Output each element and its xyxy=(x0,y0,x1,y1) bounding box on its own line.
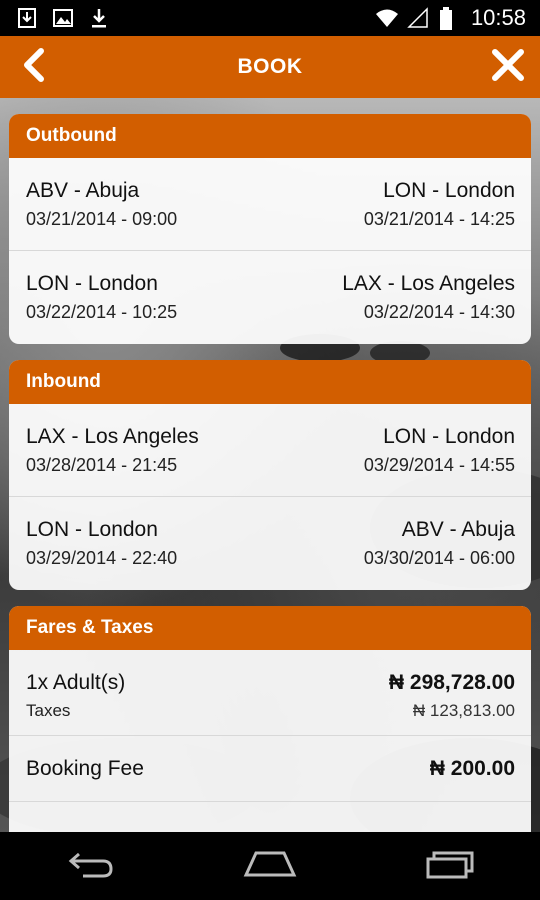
outbound-card: Outbound ABV - Abuja 03/21/2014 - 09:00 … xyxy=(9,114,531,344)
origin: LAX - Los Angeles xyxy=(26,425,199,448)
taxes-label: Taxes xyxy=(26,701,71,720)
arrival-time: 03/29/2014 - 14:55 xyxy=(363,455,515,475)
origin: LON - London xyxy=(26,272,158,295)
system-nav-bar xyxy=(0,832,540,900)
destination: LON - London xyxy=(383,425,515,448)
passenger-label: 1x Adult(s) xyxy=(26,671,126,694)
status-bar: 10:58 xyxy=(0,0,540,36)
home-icon xyxy=(242,850,298,883)
origin: LON - London xyxy=(26,518,158,541)
booking-summary: Outbound ABV - Abuja 03/21/2014 - 09:00 … xyxy=(0,98,540,832)
fares-header: Fares & Taxes xyxy=(9,606,531,650)
fares-card: Fares & Taxes 1x Adult(s) Taxes ₦ 298,72… xyxy=(9,606,531,832)
flight-leg[interactable]: LON - London 03/29/2014 - 22:40 ABV - Ab… xyxy=(9,497,531,590)
flight-leg[interactable]: LAX - Los Angeles 03/28/2014 - 21:45 LON… xyxy=(9,404,531,497)
image-icon xyxy=(52,7,74,29)
clock: 10:58 xyxy=(470,5,526,30)
home-nav-button[interactable] xyxy=(240,846,300,886)
taxes-price: ₦ 123,813.00 xyxy=(412,701,515,720)
departure-time: 03/29/2014 - 22:40 xyxy=(26,548,178,568)
recent-apps-icon xyxy=(424,849,476,884)
departure-time: 03/22/2014 - 10:25 xyxy=(26,302,178,322)
arrival-time: 03/30/2014 - 06:00 xyxy=(363,548,515,568)
destination: LAX - Los Angeles xyxy=(342,272,515,295)
inbound-card: Inbound LAX - Los Angeles 03/28/2014 - 2… xyxy=(9,360,531,590)
recents-nav-button[interactable] xyxy=(420,846,480,886)
wifi-icon xyxy=(375,7,398,29)
close-icon xyxy=(491,48,525,87)
inbound-header: Inbound xyxy=(9,360,531,404)
arrival-time: 03/22/2014 - 14:30 xyxy=(363,302,515,322)
booking-fee-price: ₦ 200.00 xyxy=(429,757,515,780)
flight-leg[interactable]: LON - London 03/22/2014 - 10:25 LAX - Lo… xyxy=(9,251,531,344)
departure-time: 03/21/2014 - 09:00 xyxy=(26,209,178,229)
chevron-left-icon xyxy=(21,47,47,87)
booking-fee-label: Booking Fee xyxy=(26,757,144,780)
page-title: BOOK xyxy=(237,55,303,78)
origin: ABV - Abuja xyxy=(26,179,140,202)
download-icon xyxy=(16,7,38,29)
app-header: BOOK xyxy=(0,36,540,98)
download-arrow-icon xyxy=(88,7,110,29)
back-button[interactable] xyxy=(14,47,54,87)
outbound-header: Outbound xyxy=(9,114,531,158)
destination: ABV - Abuja xyxy=(401,518,515,541)
booking-fee-row: Booking Fee ₦ 200.00 xyxy=(9,736,531,802)
battery-icon xyxy=(439,7,461,30)
departure-time: 03/28/2014 - 21:45 xyxy=(26,455,178,475)
close-button[interactable] xyxy=(488,48,528,86)
arrival-time: 03/21/2014 - 14:25 xyxy=(363,209,515,229)
passenger-price: ₦ 298,728.00 xyxy=(388,671,515,694)
back-nav-button[interactable] xyxy=(60,846,120,886)
signal-icon xyxy=(407,7,429,29)
passenger-fare-row: 1x Adult(s) Taxes ₦ 298,728.00 ₦ 123,813… xyxy=(9,650,531,736)
flight-leg[interactable]: ABV - Abuja 03/21/2014 - 09:00 LON - Lon… xyxy=(9,158,531,251)
back-arrow-icon xyxy=(65,849,115,884)
destination: LON - London xyxy=(383,179,515,202)
